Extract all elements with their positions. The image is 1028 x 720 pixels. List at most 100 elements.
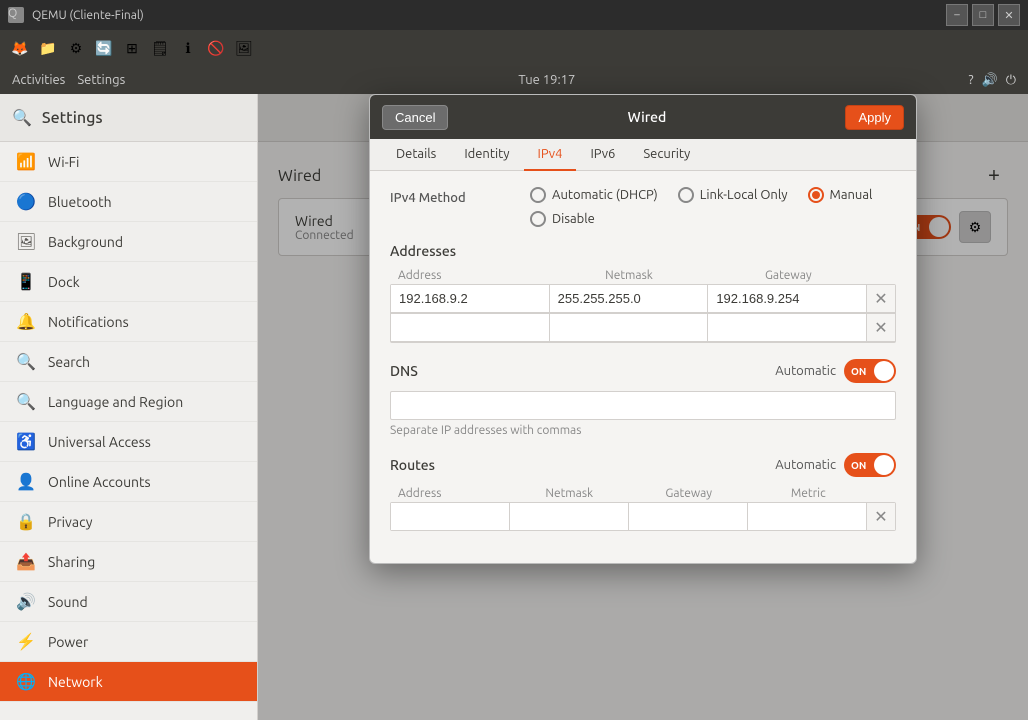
activities-label[interactable]: Activities bbox=[12, 73, 65, 87]
dns-input[interactable] bbox=[390, 391, 896, 420]
address-row-2: ✕ bbox=[391, 313, 895, 342]
taskbar-files-icon[interactable]: 📁 bbox=[36, 36, 60, 60]
routes-1-netmask-cell[interactable] bbox=[510, 503, 629, 530]
background-icon: 🖼 bbox=[16, 232, 36, 251]
addr-1-delete-button[interactable]: ✕ bbox=[867, 285, 895, 313]
routes-1-metric-cell[interactable] bbox=[748, 503, 867, 530]
routes-1-address-cell[interactable] bbox=[391, 503, 510, 530]
routes-header-row: Routes Automatic ON bbox=[390, 453, 896, 477]
addresses-title: Addresses bbox=[390, 243, 896, 259]
routes-1-address-input[interactable] bbox=[391, 503, 509, 530]
search-sidebar-icon: 🔍 bbox=[16, 352, 36, 371]
taskbar-text-icon[interactable]: 🗒 bbox=[148, 36, 172, 60]
dns-toggle[interactable]: ON bbox=[844, 359, 896, 383]
sidebar-label-dock: Dock bbox=[48, 274, 80, 290]
routes-toggle-label: ON bbox=[851, 460, 866, 471]
tab-security[interactable]: Security bbox=[629, 139, 704, 171]
ipv4-method-label: IPv4 Method bbox=[390, 187, 500, 205]
sidebar-item-dock[interactable]: 📱 Dock bbox=[0, 262, 257, 302]
routes-toggle[interactable]: ON bbox=[844, 453, 896, 477]
address-row-1: ✕ bbox=[391, 285, 895, 313]
routes-1-metric-input[interactable] bbox=[748, 503, 866, 530]
dns-hint: Separate IP addresses with commas bbox=[390, 424, 896, 437]
radio-automatic-dhcp[interactable]: Automatic (DHCP) bbox=[530, 187, 658, 203]
settings-menu[interactable]: Settings bbox=[77, 73, 125, 87]
taskbar: 🦊 📁 ⚙ 🔄 ⊞ 🗒 ℹ 🚫 🖼 bbox=[0, 30, 1028, 66]
search-icon[interactable]: 🔍 bbox=[12, 108, 32, 127]
help-icon[interactable]: ? bbox=[968, 73, 973, 87]
tab-identity[interactable]: Identity bbox=[450, 139, 523, 171]
sidebar-item-background[interactable]: 🖼 Background bbox=[0, 222, 257, 262]
window-title: QEMU (Cliente-Final) bbox=[32, 9, 938, 22]
taskbar-refresh-icon[interactable]: 🔄 bbox=[92, 36, 116, 60]
radio-link-local[interactable]: Link-Local Only bbox=[678, 187, 788, 203]
sidebar-item-search[interactable]: 🔍 Search bbox=[0, 342, 257, 382]
sidebar-item-bluetooth[interactable]: 🔵 Bluetooth bbox=[0, 182, 257, 222]
sound-icon[interactable]: 🔊 bbox=[982, 73, 998, 88]
radio-disable[interactable]: Disable bbox=[530, 211, 595, 227]
taskbar-ubuntu-icon[interactable]: ⊞ bbox=[120, 36, 144, 60]
sidebar-item-online-accounts[interactable]: 👤 Online Accounts bbox=[0, 462, 257, 502]
qemu-icon: Q bbox=[8, 7, 24, 23]
addr-1-gateway-input[interactable] bbox=[708, 285, 866, 312]
addr-2-delete-button[interactable]: ✕ bbox=[867, 314, 895, 342]
network-icon: 🌐 bbox=[16, 672, 36, 691]
dns-auto-group: Automatic ON bbox=[775, 359, 896, 383]
sidebar-label-sharing: Sharing bbox=[48, 554, 95, 570]
addr-2-address-cell[interactable] bbox=[391, 314, 550, 342]
tab-ipv4[interactable]: IPv4 bbox=[524, 139, 577, 171]
dialog-apply-button[interactable]: Apply bbox=[845, 105, 904, 130]
minimize-button[interactable]: – bbox=[946, 4, 968, 26]
addr-1-address-input[interactable] bbox=[391, 285, 549, 312]
addr-1-gateway-cell[interactable] bbox=[708, 285, 867, 313]
radio-manual[interactable]: Manual bbox=[808, 187, 873, 203]
sidebar-item-universal-access[interactable]: ♿ Universal Access bbox=[0, 422, 257, 462]
sidebar-item-wifi[interactable]: 📶 Wi-Fi bbox=[0, 142, 257, 182]
addr-2-netmask-cell[interactable] bbox=[550, 314, 709, 342]
addr-2-gateway-input[interactable] bbox=[708, 314, 866, 341]
wifi-icon: 📶 bbox=[16, 152, 36, 171]
dns-section: DNS Automatic ON Separate IP addresses w… bbox=[390, 359, 896, 437]
sidebar-title: Settings bbox=[42, 109, 103, 127]
tab-details[interactable]: Details bbox=[382, 139, 450, 171]
routes-col-del bbox=[868, 485, 896, 502]
sidebar-label-universal-access: Universal Access bbox=[48, 434, 151, 450]
tab-ipv6[interactable]: IPv6 bbox=[576, 139, 629, 171]
language-icon: 🔍 bbox=[16, 392, 36, 411]
taskbar-image-icon[interactable]: 🖼 bbox=[232, 36, 256, 60]
addr-2-address-input[interactable] bbox=[391, 314, 549, 341]
taskbar-firefox-icon[interactable]: 🦊 bbox=[8, 36, 32, 60]
maximize-button[interactable]: □ bbox=[972, 4, 994, 26]
addr-1-address-cell[interactable] bbox=[391, 285, 550, 313]
sidebar-item-sharing[interactable]: 📤 Sharing bbox=[0, 542, 257, 582]
addr-2-gateway-cell[interactable] bbox=[708, 314, 867, 342]
routes-toggle-knob bbox=[874, 455, 894, 475]
privacy-icon: 🔒 bbox=[16, 512, 36, 531]
sound-sidebar-icon: 🔊 bbox=[16, 592, 36, 611]
taskbar-info-icon[interactable]: ℹ bbox=[176, 36, 200, 60]
wired-dialog: Cancel Wired Apply Details Identity IPv4… bbox=[369, 94, 917, 564]
sidebar-item-notifications[interactable]: 🔔 Notifications bbox=[0, 302, 257, 342]
taskbar-block-icon[interactable]: 🚫 bbox=[204, 36, 228, 60]
power-icon[interactable]: ⏻ bbox=[1006, 73, 1016, 88]
dns-label: DNS bbox=[390, 363, 418, 379]
sidebar-item-privacy[interactable]: 🔒 Privacy bbox=[0, 502, 257, 542]
close-button[interactable]: ✕ bbox=[998, 4, 1020, 26]
sidebar-item-sound[interactable]: 🔊 Sound bbox=[0, 582, 257, 622]
routes-1-netmask-input[interactable] bbox=[510, 503, 628, 530]
sidebar-item-power[interactable]: ⚡ Power bbox=[0, 622, 257, 662]
addr-1-netmask-cell[interactable] bbox=[550, 285, 709, 313]
col-header-gateway: Gateway bbox=[709, 267, 868, 284]
dock-icon: 📱 bbox=[16, 272, 36, 291]
dialog-cancel-button[interactable]: Cancel bbox=[382, 105, 448, 130]
routes-1-gateway-input[interactable] bbox=[629, 503, 747, 530]
taskbar-settings-icon[interactable]: ⚙ bbox=[64, 36, 88, 60]
sidebar-item-network[interactable]: 🌐 Network bbox=[0, 662, 257, 702]
routes-1-gateway-cell[interactable] bbox=[629, 503, 748, 530]
addr-1-netmask-input[interactable] bbox=[550, 285, 708, 312]
sidebar-item-language[interactable]: 🔍 Language and Region bbox=[0, 382, 257, 422]
addr-2-netmask-input[interactable] bbox=[550, 314, 708, 341]
sidebar-label-online-accounts: Online Accounts bbox=[48, 474, 151, 490]
sidebar-label-search: Search bbox=[48, 354, 90, 370]
routes-1-delete-button[interactable]: ✕ bbox=[867, 503, 895, 530]
